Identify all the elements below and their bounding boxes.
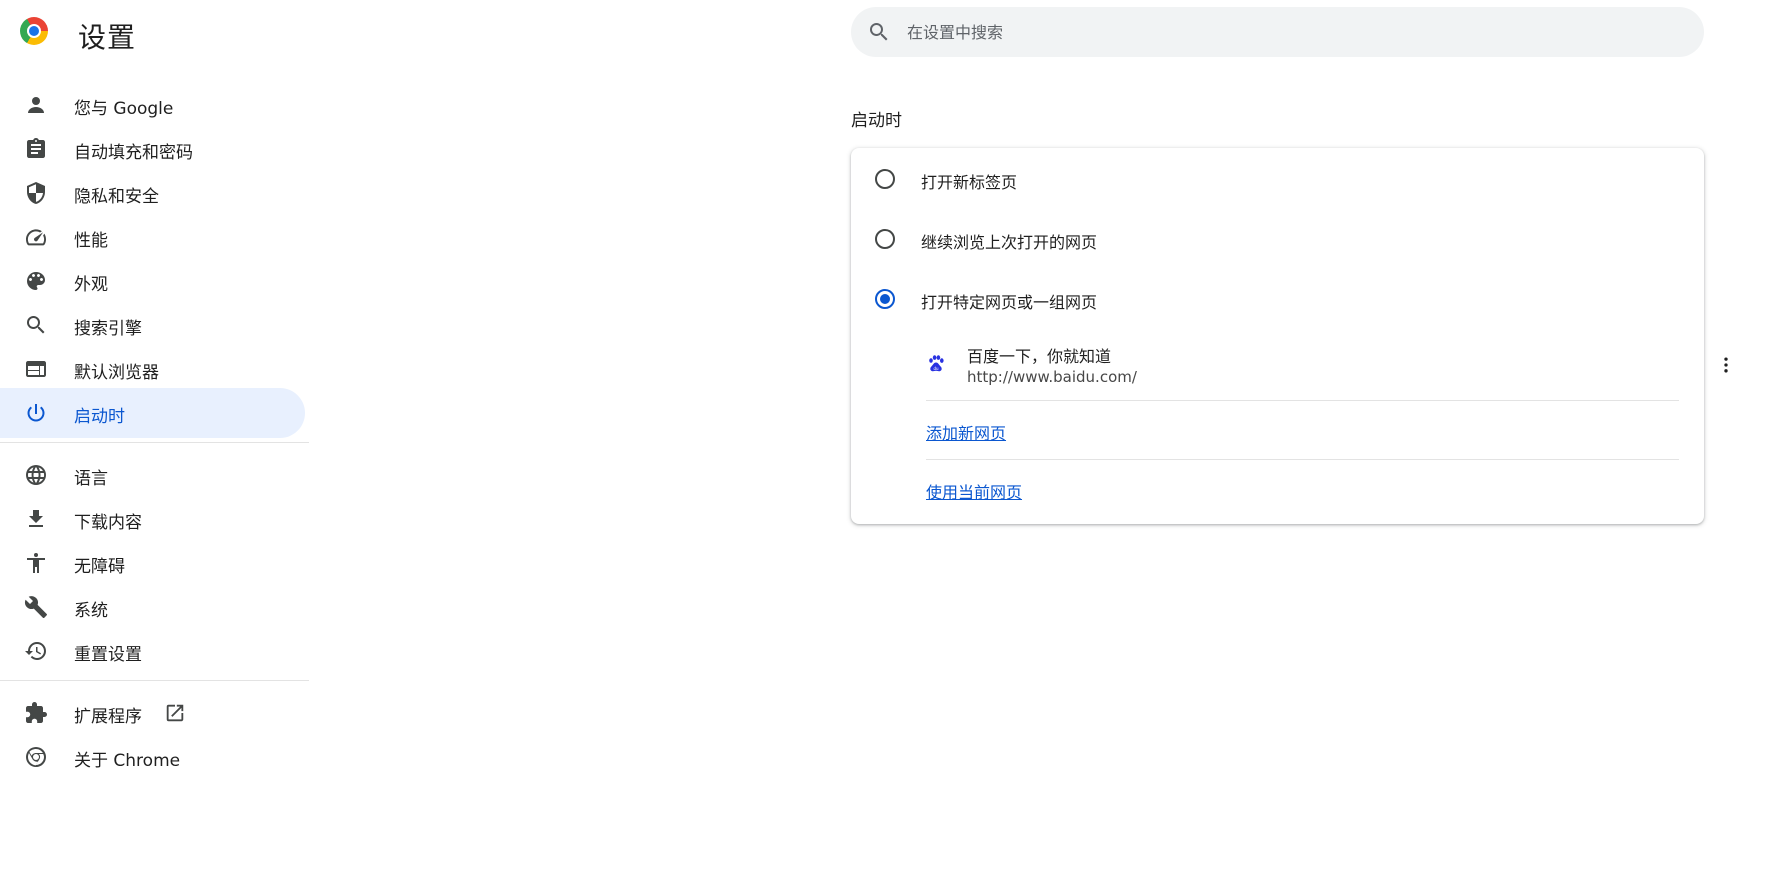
radio-option-new-tab[interactable]: 打开新标签页 xyxy=(851,148,1704,208)
browser-window-icon xyxy=(24,357,48,381)
chrome-logo-icon xyxy=(20,17,48,45)
speedometer-icon xyxy=(24,225,48,249)
settings-search-bar[interactable] xyxy=(851,7,1704,57)
radio-option-continue[interactable]: 继续浏览上次打开的网页 xyxy=(851,208,1704,268)
more-actions-button[interactable] xyxy=(1710,349,1742,381)
section-title: 启动时 xyxy=(851,111,902,131)
sidebar-item-performance[interactable]: 性能 xyxy=(0,212,305,262)
sidebar-item-downloads[interactable]: 下载内容 xyxy=(0,494,305,544)
sidebar-item-label: 下载内容 xyxy=(74,513,142,533)
search-icon xyxy=(24,313,48,337)
sidebar-item-privacy[interactable]: 隐私和安全 xyxy=(0,168,305,218)
sidebar-item-label: 默认浏览器 xyxy=(74,363,159,383)
radio-label: 打开特定网页或一组网页 xyxy=(921,293,1098,312)
startup-page-name: 百度一下，你就知道 xyxy=(967,347,1112,366)
sidebar-item-label: 您与 Google xyxy=(74,99,174,119)
startup-page-url: http://www.baidu.com/ xyxy=(967,368,1137,386)
sidebar-divider xyxy=(0,442,309,443)
radio-label: 打开新标签页 xyxy=(921,173,1018,192)
page-title: 设置 xyxy=(78,21,137,54)
sidebar-item-extensions[interactable]: 扩展程序 xyxy=(0,688,305,738)
palette-icon xyxy=(24,269,48,293)
sidebar-item-autofill[interactable]: 自动填充和密码 xyxy=(0,124,305,174)
sidebar-item-on-startup[interactable]: 启动时 xyxy=(0,388,305,438)
open-in-new-icon xyxy=(164,702,186,724)
card-divider xyxy=(926,459,1679,460)
sidebar-divider xyxy=(0,680,309,681)
accessibility-icon xyxy=(24,551,48,575)
sidebar-item-search-engine[interactable]: 搜索引擎 xyxy=(0,300,305,350)
sidebar-item-accessibility[interactable]: 无障碍 xyxy=(0,538,305,588)
radio-button[interactable] xyxy=(875,169,895,189)
settings-app: 设置 您与 Google 自动填充和密码 隐私和安全 性能 外观 搜索引擎 默认… xyxy=(0,0,1786,896)
sidebar-item-label: 隐私和安全 xyxy=(74,187,159,207)
sidebar-item-label: 扩展程序 xyxy=(74,707,142,727)
sidebar-item-label: 性能 xyxy=(74,231,108,251)
sidebar-item-label: 系统 xyxy=(74,601,108,621)
sidebar-item-about-chrome[interactable]: 关于 Chrome xyxy=(0,732,305,782)
download-icon xyxy=(24,507,48,531)
sidebar-item-label: 重置设置 xyxy=(74,645,142,665)
sidebar-item-label: 搜索引擎 xyxy=(74,319,142,339)
radio-option-specific-pages[interactable]: 打开特定网页或一组网页 xyxy=(851,268,1704,328)
add-new-page-link[interactable]: 添加新网页 xyxy=(926,420,1006,444)
sidebar-item-system[interactable]: 系统 xyxy=(0,582,305,632)
search-input[interactable] xyxy=(907,17,1667,47)
globe-icon xyxy=(24,463,48,487)
sidebar-item-label: 无障碍 xyxy=(74,557,125,577)
sidebar-item-appearance[interactable]: 外观 xyxy=(0,256,305,306)
sidebar-item-label: 关于 Chrome xyxy=(74,751,181,771)
radio-button-checked[interactable] xyxy=(875,289,895,309)
clipboard-icon xyxy=(24,137,48,161)
sidebar-item-languages[interactable]: 语言 xyxy=(0,450,305,500)
chrome-icon xyxy=(24,745,48,769)
sidebar: 设置 您与 Google 自动填充和密码 隐私和安全 性能 外观 搜索引擎 默认… xyxy=(0,0,310,896)
radio-label: 继续浏览上次打开的网页 xyxy=(921,233,1098,252)
startup-options-card: 打开新标签页 继续浏览上次打开的网页 打开特定网页或一组网页 du 百度一下，你… xyxy=(851,148,1728,524)
sidebar-item-label: 外观 xyxy=(74,275,108,295)
sidebar-item-label: 语言 xyxy=(74,469,108,489)
sidebar-item-default-browser[interactable]: 默认浏览器 xyxy=(0,344,305,394)
sidebar-item-label: 启动时 xyxy=(74,407,125,427)
sidebar-item-label: 自动填充和密码 xyxy=(74,143,193,163)
person-icon xyxy=(24,93,48,117)
sidebar-item-you-and-google[interactable]: 您与 Google xyxy=(0,80,305,130)
startup-page-entry: du 百度一下，你就知道 http://www.baidu.com/ xyxy=(926,330,1728,400)
sidebar-item-reset[interactable]: 重置设置 xyxy=(0,626,305,676)
radio-button[interactable] xyxy=(875,229,895,249)
search-icon xyxy=(867,20,891,44)
wrench-icon xyxy=(24,595,48,619)
restore-icon xyxy=(24,639,48,663)
shield-icon xyxy=(24,181,48,205)
card-divider xyxy=(926,400,1679,401)
baidu-paw-icon: du xyxy=(926,354,946,374)
svg-text:du: du xyxy=(933,366,939,371)
use-current-pages-link[interactable]: 使用当前网页 xyxy=(926,479,1022,503)
more-vert-icon xyxy=(1724,357,1728,373)
puzzle-icon xyxy=(24,701,48,725)
power-icon xyxy=(24,401,48,425)
